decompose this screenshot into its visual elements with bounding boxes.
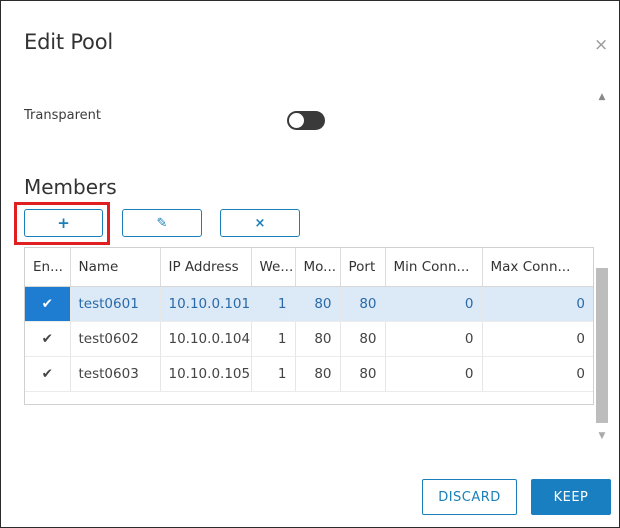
add-member-button[interactable]: + xyxy=(24,209,103,237)
member-port: 80 xyxy=(340,321,386,357)
member-name: test0601 xyxy=(70,286,161,322)
scroll-up-arrow-icon[interactable]: ▲ xyxy=(596,92,608,102)
members-section-title: Members xyxy=(24,175,117,199)
edit-pool-dialog: Edit Pool × ▲ Transparent Members + ✎ × … xyxy=(0,0,620,528)
grid-header-row: En... Name IP Address We... Mo... Port M… xyxy=(25,248,593,287)
keep-button[interactable]: KEEP xyxy=(531,479,611,515)
transparent-label: Transparent xyxy=(24,108,101,123)
dialog-title: Edit Pool xyxy=(24,30,113,54)
member-name: test0603 xyxy=(70,356,161,392)
member-min-conn: 0 xyxy=(385,321,483,357)
toggle-knob xyxy=(289,113,304,128)
checkmark-icon[interactable]: ✔ xyxy=(25,321,71,357)
table-row[interactable]: ✔ test0603 10.10.0.105 1 80 80 0 0 xyxy=(25,356,593,392)
members-grid: En... Name IP Address We... Mo... Port M… xyxy=(24,247,594,405)
edit-member-button[interactable]: ✎ xyxy=(122,209,202,237)
member-monitor: 80 xyxy=(295,286,341,322)
member-min-conn: 0 xyxy=(385,356,483,392)
checkmark-icon[interactable]: ✔ xyxy=(25,356,71,392)
member-monitor: 80 xyxy=(295,321,341,357)
member-name: test0602 xyxy=(70,321,161,357)
column-header-min-conn[interactable]: Min Conn... xyxy=(385,248,483,287)
member-port: 80 xyxy=(340,286,386,322)
delete-member-button[interactable]: × xyxy=(220,209,300,237)
table-row[interactable]: ✔ test0601 10.10.0.101 1 80 80 0 0 xyxy=(25,286,593,322)
member-max-conn: 0 xyxy=(482,286,593,322)
member-ip: 10.10.0.105 xyxy=(160,356,252,392)
member-weight: 1 xyxy=(251,321,296,357)
column-header-port[interactable]: Port xyxy=(340,248,386,287)
table-row[interactable]: ✔ test0602 10.10.0.104 1 80 80 0 0 xyxy=(25,321,593,357)
member-weight: 1 xyxy=(251,356,296,392)
member-monitor: 80 xyxy=(295,356,341,392)
edit-icon: ✎ xyxy=(156,215,168,231)
member-min-conn: 0 xyxy=(385,286,483,322)
member-ip: 10.10.0.101 xyxy=(160,286,252,322)
column-header-weight[interactable]: We... xyxy=(251,248,296,287)
column-header-ip-address[interactable]: IP Address xyxy=(160,248,252,287)
delete-icon: × xyxy=(254,215,266,231)
column-header-enabled[interactable]: En... xyxy=(25,248,71,287)
column-header-name[interactable]: Name xyxy=(70,248,161,287)
scroll-down-arrow-icon[interactable]: ▼ xyxy=(596,431,608,441)
member-weight: 1 xyxy=(251,286,296,322)
column-header-monitor[interactable]: Mo... xyxy=(295,248,341,287)
checkmark-icon[interactable]: ✔ xyxy=(25,286,71,322)
plus-icon: + xyxy=(57,214,70,232)
column-header-max-conn[interactable]: Max Conn... xyxy=(482,248,593,287)
transparent-toggle[interactable] xyxy=(287,111,325,130)
member-max-conn: 0 xyxy=(482,321,593,357)
scrollbar-thumb[interactable] xyxy=(596,268,608,423)
discard-button[interactable]: DISCARD xyxy=(422,479,517,515)
member-max-conn: 0 xyxy=(482,356,593,392)
close-icon[interactable]: × xyxy=(594,37,608,54)
member-port: 80 xyxy=(340,356,386,392)
member-ip: 10.10.0.104 xyxy=(160,321,252,357)
